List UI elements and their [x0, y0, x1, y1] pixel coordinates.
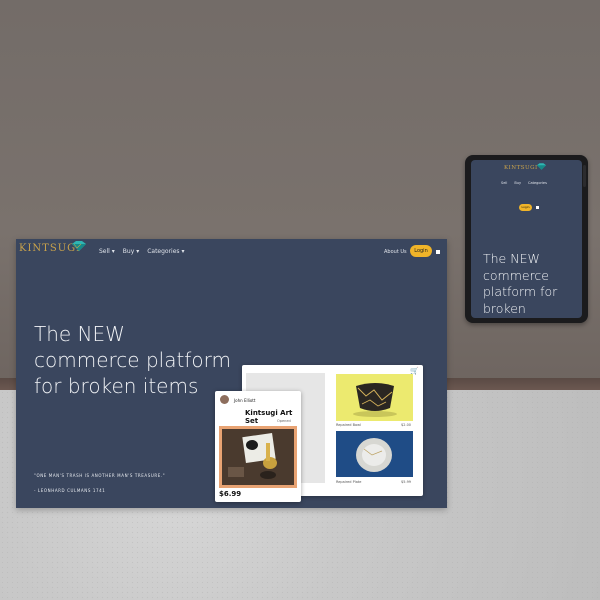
- bowl-illustration: [353, 383, 397, 417]
- nav-sell[interactable]: Sell ▾: [99, 248, 115, 255]
- gem-icon: [72, 241, 86, 251]
- nav-links: Sell ▾ Buy ▾ Categories ▾: [99, 248, 184, 255]
- menu-square-icon[interactable]: [536, 206, 539, 209]
- tablet-device: KINTSUGI Sell Buy Categories Login The N…: [465, 155, 588, 323]
- hero-headline: The NEW commerce platform for broken: [483, 251, 558, 316]
- product-price: $6.99: [219, 490, 242, 498]
- avatar: [220, 395, 229, 404]
- art-set-illustration: [222, 429, 294, 485]
- chevron-down-icon: ▾: [181, 248, 185, 255]
- plate-illustration: [356, 438, 392, 472]
- menu-square-icon[interactable]: [436, 250, 440, 254]
- hero-headline: The NEW commerce platform for broken ite…: [34, 322, 231, 398]
- tablet-screen: KINTSUGI Sell Buy Categories Login The N…: [471, 160, 582, 318]
- nav-categories[interactable]: Categories: [528, 181, 547, 185]
- brand-logo[interactable]: KINTSUGI: [504, 165, 538, 171]
- seller-name: John Elliott: [234, 398, 256, 403]
- product-status: Opened: [277, 419, 291, 423]
- product-title: Kintsugi Art Set: [245, 409, 293, 425]
- login-button[interactable]: Login: [410, 245, 432, 257]
- listing-name: Repaired Plate: [336, 480, 362, 484]
- nav-buy[interactable]: Buy ▾: [123, 248, 139, 255]
- plate-image[interactable]: [336, 431, 413, 477]
- login-button[interactable]: Login: [519, 204, 532, 211]
- bowl-image[interactable]: [336, 374, 413, 421]
- chevron-down-icon: ▾: [136, 248, 140, 255]
- gem-icon: [537, 163, 546, 170]
- hero-quote: "ONE MAN'S TRASH IS ANOTHER MAN'S TREASU…: [34, 473, 166, 478]
- nav-links: Sell Buy Categories: [501, 181, 547, 185]
- listing-price: $5.99: [401, 480, 412, 484]
- listing-name: Repaired Bowl: [336, 423, 361, 427]
- about-us-link[interactable]: About Us: [384, 249, 407, 255]
- nav-buy[interactable]: Buy: [514, 181, 521, 185]
- product-photo[interactable]: [222, 429, 294, 485]
- nav-categories[interactable]: Categories ▾: [147, 248, 184, 255]
- listing-price: $2.00: [401, 423, 412, 427]
- hero-quote-citation: - LEONHARD CULMANS 1741: [34, 488, 106, 493]
- nav-sell[interactable]: Sell: [501, 181, 507, 185]
- nav-categories-label: Categories: [147, 248, 180, 255]
- nav-buy-label: Buy: [122, 248, 135, 255]
- navbar: KINTSUGI Sell ▾ Buy ▾ Categories ▾ About…: [16, 239, 447, 265]
- chevron-down-icon: ▾: [111, 248, 115, 255]
- tablet-side-button: [583, 165, 586, 187]
- featured-product-card[interactable]: John Elliott Kintsugi Art Set Opened $6.…: [215, 391, 301, 502]
- nav-sell-label: Sell: [99, 248, 110, 255]
